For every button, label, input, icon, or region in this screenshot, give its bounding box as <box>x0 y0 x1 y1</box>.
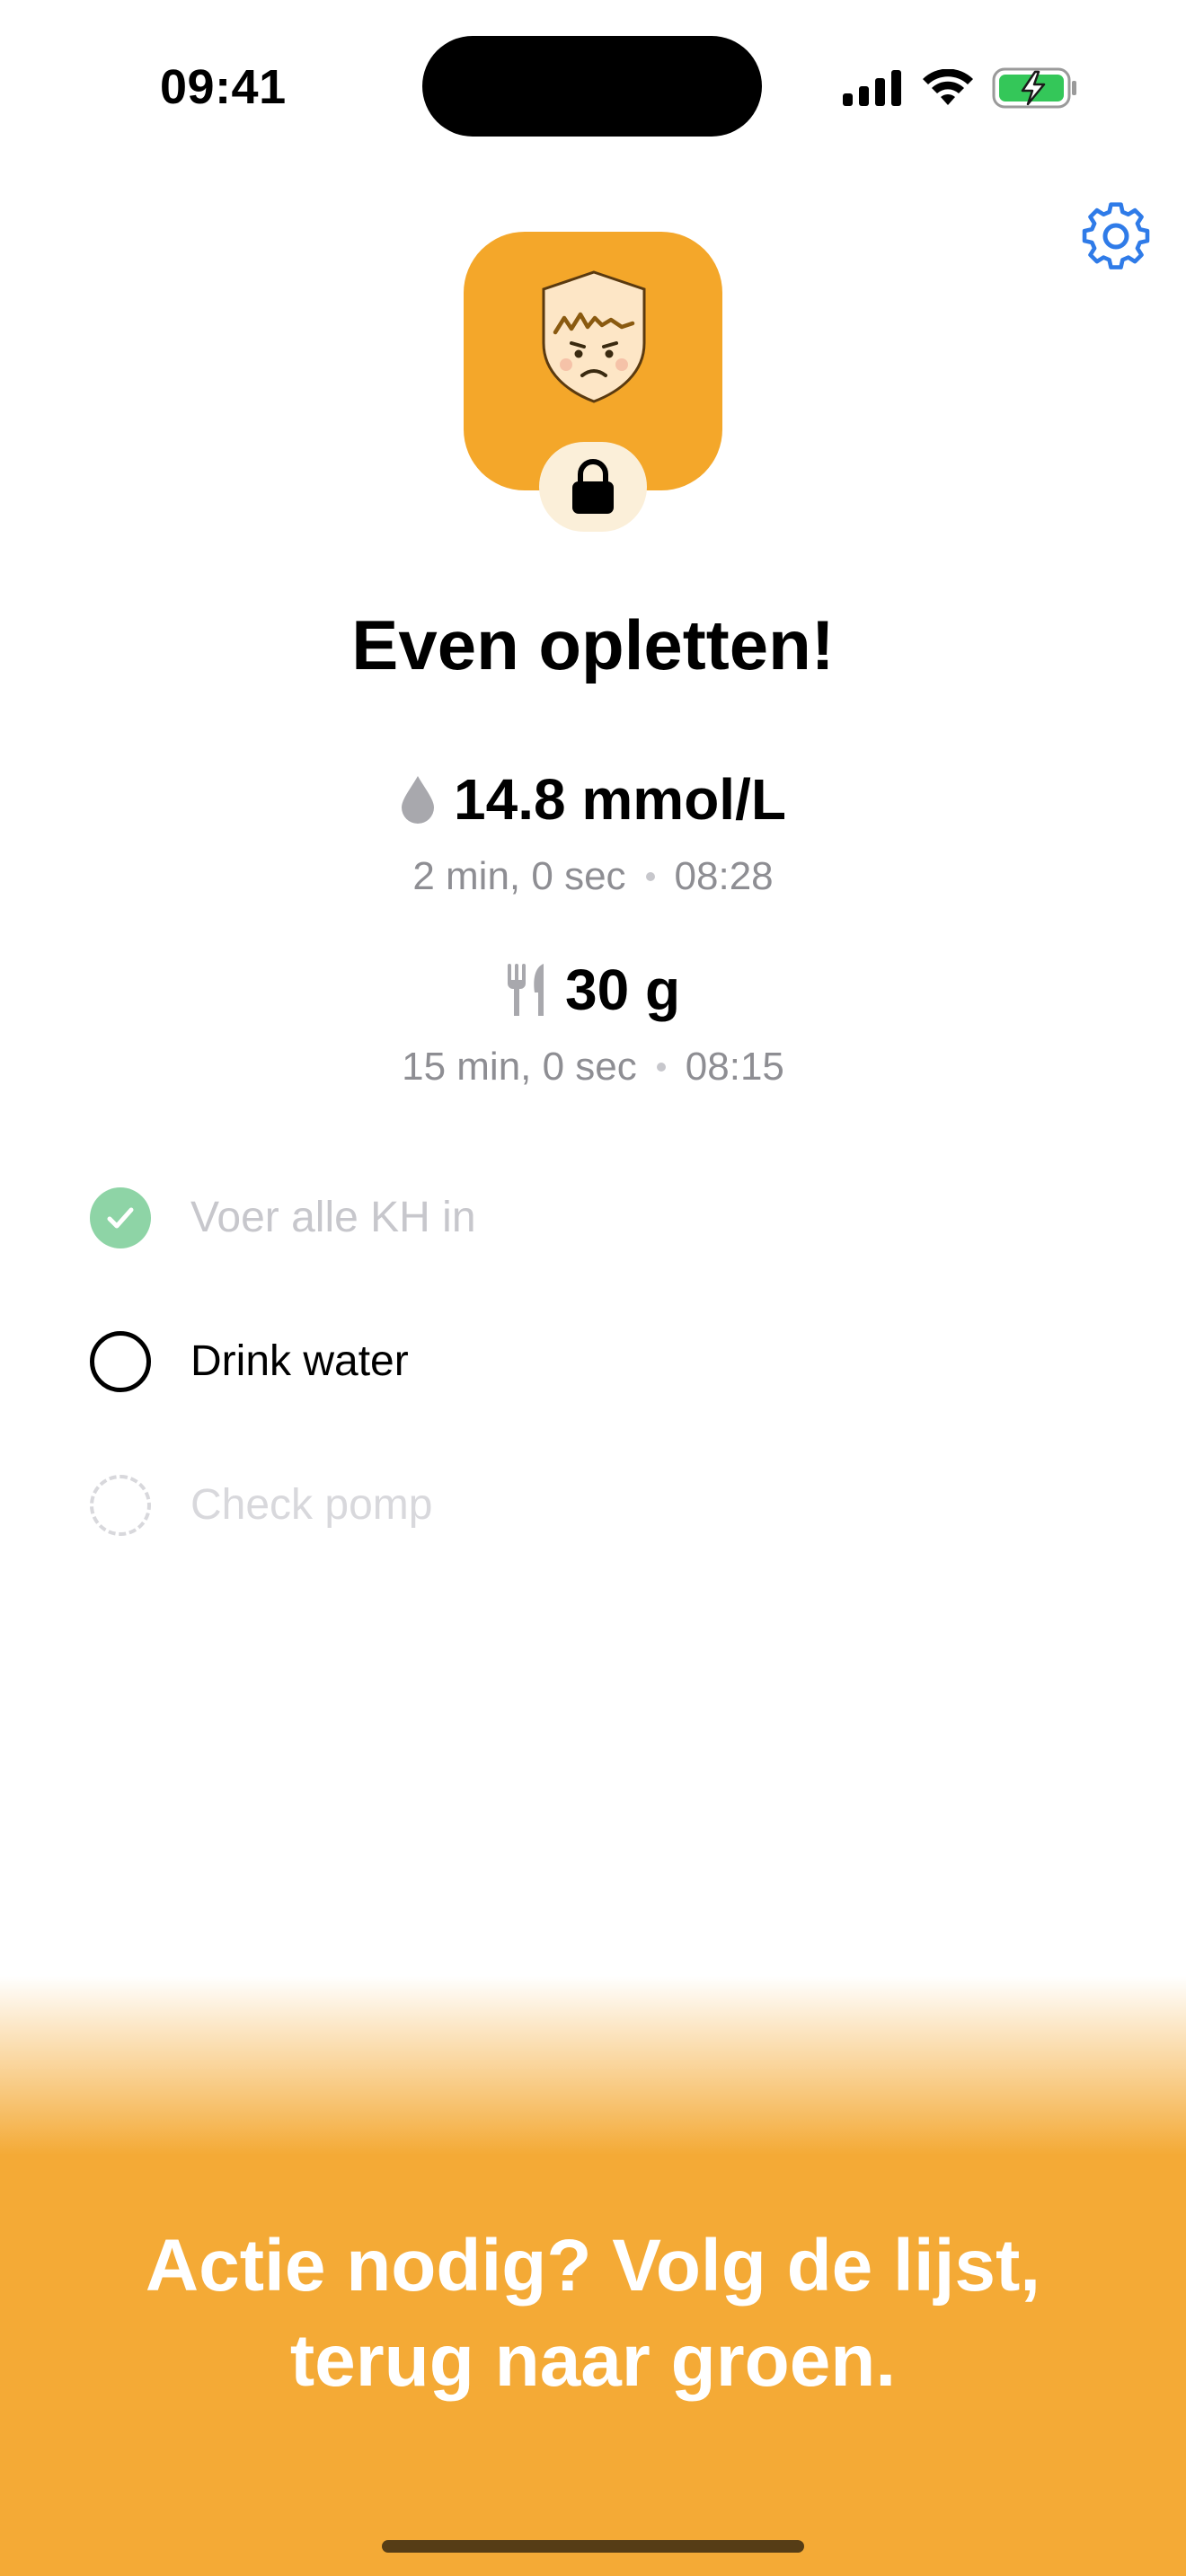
gear-icon <box>1082 202 1150 269</box>
checklist-label: Check pomp <box>190 1481 433 1529</box>
carbs-reading: 30 g 15 min, 0 sec 08:15 <box>0 954 1186 1092</box>
checklist-label: Voer alle KH in <box>190 1194 476 1241</box>
checklist-label: Drink water <box>190 1337 409 1385</box>
home-indicator[interactable] <box>382 2540 804 2553</box>
banner-line-2: terug naar groen. <box>289 2320 897 2402</box>
carbs-value: 30 g <box>564 957 681 1022</box>
cellular-signal-icon <box>843 70 901 106</box>
settings-button[interactable] <box>1080 201 1152 273</box>
dynamic-island <box>422 36 762 137</box>
glucose-time: 08:28 <box>674 854 774 898</box>
separator-dot <box>656 1063 666 1072</box>
lock-badge <box>539 442 647 532</box>
wifi-icon <box>923 69 973 105</box>
carbs-time: 08:15 <box>685 1045 784 1089</box>
page-title: Even opletten! <box>351 605 835 684</box>
glucose-value: 14.8 mmol/L <box>454 767 786 832</box>
empty-circle-icon <box>90 1331 151 1392</box>
fork-knife-icon <box>507 964 544 1016</box>
battery-charging-icon <box>992 67 1076 109</box>
checklist-item-check-pump[interactable]: Check pomp <box>90 1475 432 1536</box>
checklist-item-drink-water[interactable]: Drink water <box>90 1331 409 1392</box>
mascot-shield-icon <box>542 270 646 403</box>
drop-icon <box>402 776 435 824</box>
checklist-item-enter-carbs[interactable]: Voer alle KH in <box>90 1187 476 1248</box>
glucose-reading: 14.8 mmol/L 2 min, 0 sec 08:28 <box>0 763 1186 902</box>
dashed-circle-icon <box>90 1475 151 1536</box>
banner-message: Actie nodig? Volg de lijst, terug naar g… <box>0 2219 1186 2409</box>
checkmark-circle-icon <box>90 1187 151 1248</box>
lock-icon <box>572 459 614 514</box>
banner-line-1: Actie nodig? Volg de lijst, <box>145 2225 1041 2307</box>
glucose-age: 2 min, 0 sec <box>412 854 626 898</box>
carbs-age: 15 min, 0 sec <box>402 1045 637 1089</box>
status-icons <box>843 65 1078 111</box>
status-time: 09:41 <box>160 60 287 114</box>
separator-dot <box>645 872 655 881</box>
banner-fade <box>0 1976 1186 2156</box>
